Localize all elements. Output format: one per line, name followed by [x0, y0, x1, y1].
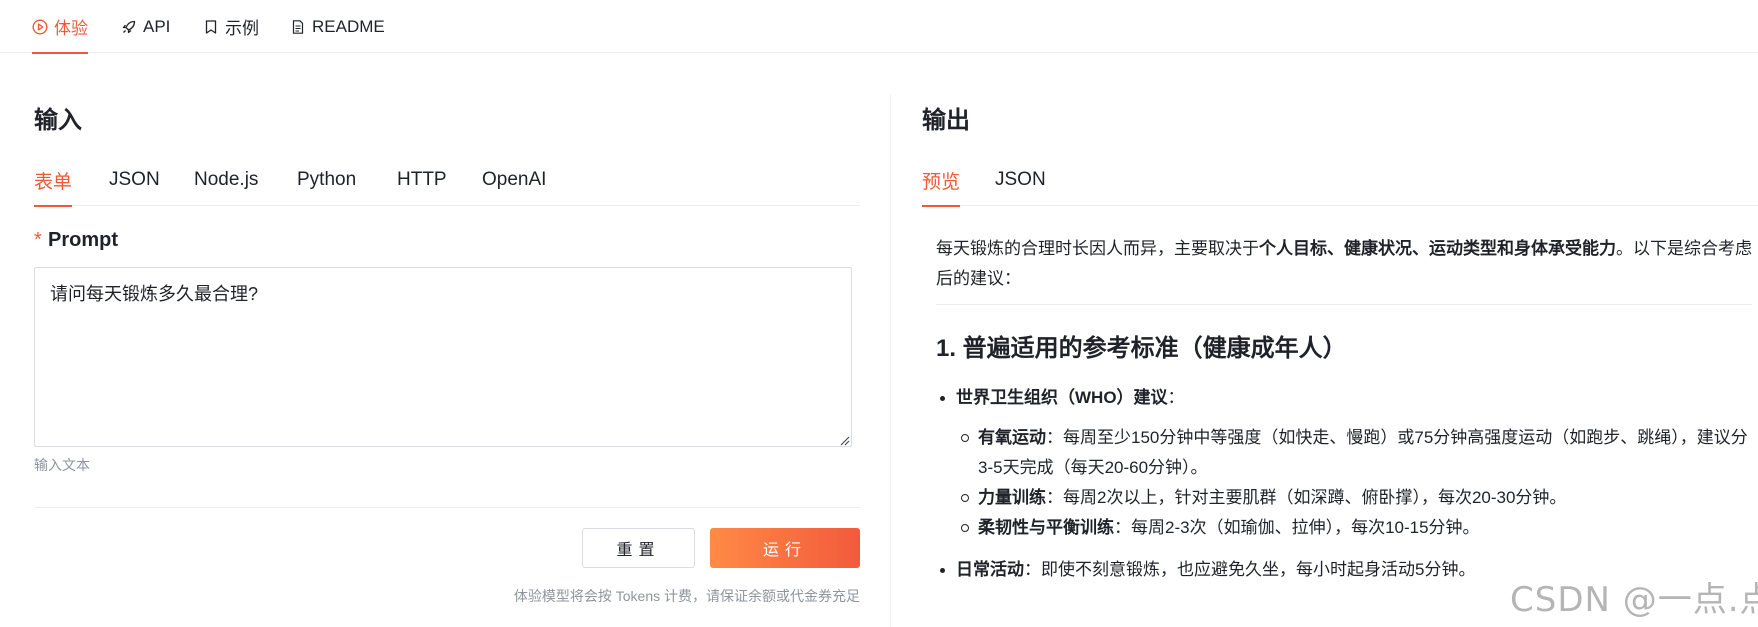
list-item-text: ：即使不刻意锻炼，也应避免久坐，每小时起身活动5分钟。	[1024, 560, 1476, 579]
required-mark: *	[34, 229, 42, 251]
sub-item-label: 力量训练	[978, 488, 1046, 507]
sub-item-text: ：每周2-3次（如瑜伽、拉伸），每次10-15分钟。	[1114, 518, 1480, 537]
output-intro: 每天锻炼的合理时长因人而异，主要取决于个人目标、健康状况、运动类型和身体承受能力…	[936, 234, 1752, 294]
billing-footnote: 体验模型将会按 Tokens 计费，请保证余额或代金券充足	[513, 588, 860, 604]
tab-label: 示例	[225, 19, 259, 38]
list-item-label: 日常活动	[956, 560, 1024, 579]
tab-json[interactable]: JSON	[109, 154, 160, 206]
sub-list-item: 柔韧性与平衡训练：每周2-3次（如瑜伽、拉伸），每次10-15分钟。	[958, 513, 1752, 543]
sub-item-label: 有氧运动	[978, 428, 1046, 447]
output-tabs: 预览 JSON	[922, 154, 1758, 207]
tab-openai[interactable]: OpenAI	[482, 154, 546, 206]
sub-item-text: ：每周2次以上，针对主要肌群（如深蹲、俯卧撑），每次20-30分钟。	[1046, 488, 1567, 507]
tab-api[interactable]: API	[121, 0, 170, 53]
tab-label: README	[312, 16, 385, 36]
tab-output-json[interactable]: JSON	[995, 154, 1046, 206]
tab-readme[interactable]: README	[290, 0, 385, 53]
tab-label: 体验	[54, 19, 88, 38]
form-divider	[34, 507, 860, 508]
output-heading: 1. 普遍适用的参考标准（健康成年人）	[936, 335, 1347, 362]
tab-experience[interactable]: 体验	[32, 0, 88, 54]
input-tabs: 表单 JSON Node.js Python HTTP OpenAI	[34, 154, 860, 207]
watermark: CSDN @一点.点	[1510, 580, 1758, 620]
sub-item-text: ：每周至少150分钟中等强度（如快走、慢跑）或75分钟高强度运动（如跑步、跳绳）…	[978, 428, 1748, 477]
rocket-icon	[121, 19, 137, 35]
top-nav: 体验 API 示例 README	[0, 0, 1758, 54]
bookmark-icon	[203, 19, 219, 35]
output-list: 世界卫生组织（WHO）建议： 有氧运动：每周至少150分钟中等强度（如快走、慢跑…	[936, 383, 1752, 585]
play-circle-icon	[32, 18, 48, 35]
resize-grip-icon[interactable]	[838, 433, 850, 446]
output-title: 输出	[922, 107, 970, 134]
reset-button[interactable]: 重置	[582, 528, 695, 568]
sub-item-label: 柔韧性与平衡训练	[978, 518, 1114, 537]
tab-preview[interactable]: 预览	[922, 154, 961, 207]
intro-bold: 个人目标、健康状况、运动类型和身体承受能力	[1259, 239, 1616, 258]
list-item: 世界卫生组织（WHO）建议：	[936, 383, 1752, 413]
sub-list-item: 有氧运动：每周至少150分钟中等强度（如快走、慢跑）或75分钟高强度运动（如跑步…	[958, 423, 1752, 483]
prompt-helper-text: 输入文本	[34, 457, 90, 473]
output-divider	[936, 304, 1752, 305]
tab-nodejs[interactable]: Node.js	[194, 154, 258, 206]
output-preview: 每天锻炼的合理时长因人而异，主要取决于个人目标、健康状况、运动类型和身体承受能力…	[936, 234, 1752, 585]
tab-label: API	[143, 16, 171, 36]
sub-list-item: 力量训练：每周2次以上，针对主要肌群（如深蹲、俯卧撑），每次20-30分钟。	[958, 483, 1752, 513]
tab-http[interactable]: HTTP	[397, 154, 447, 206]
sub-list: 有氧运动：每周至少150分钟中等强度（如快走、慢跑）或75分钟高强度运动（如跑步…	[958, 423, 1752, 543]
tab-examples[interactable]: 示例	[203, 0, 259, 53]
input-title: 输入	[34, 107, 82, 134]
list-item-text: ：	[1167, 388, 1185, 407]
run-button[interactable]: 运行	[710, 528, 860, 568]
intro-text: 每天锻炼的合理时长因人而异，主要取决于	[936, 239, 1259, 258]
prompt-label: Prompt	[48, 229, 118, 251]
document-icon	[290, 19, 306, 35]
list-item-label: 世界卫生组织（WHO）建议	[956, 388, 1168, 407]
prompt-textarea[interactable]: 请问每天锻炼多久最合理?	[34, 267, 852, 447]
panel-divider	[890, 95, 891, 627]
tab-form[interactable]: 表单	[34, 154, 73, 207]
tab-python[interactable]: Python	[297, 154, 356, 206]
